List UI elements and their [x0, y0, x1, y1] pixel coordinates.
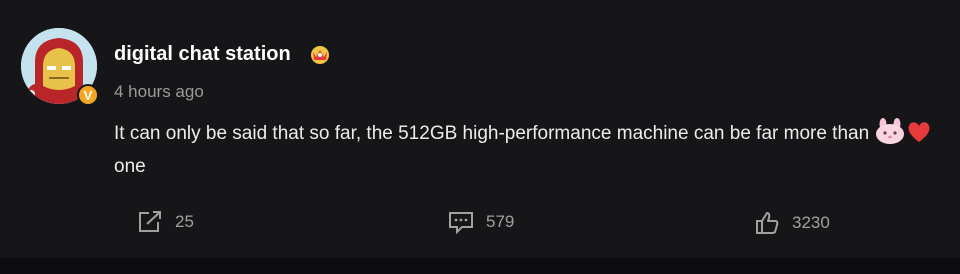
comment-text-part1: It can only be said that so far, the 512… — [114, 123, 870, 144]
verified-badge: V — [77, 84, 99, 106]
comment-count: 579 — [486, 212, 515, 231]
comment-text: It can only be said that so far, the 512… — [114, 117, 934, 183]
timestamp: 4 hours ago — [114, 82, 204, 101]
share-icon — [139, 211, 161, 232]
comment-button[interactable]: 579 — [448, 210, 514, 234]
red-heart-emoji — [908, 122, 930, 142]
bottom-divider — [0, 258, 960, 274]
crown-badge-icon — [311, 46, 329, 64]
thumbs-up-icon — [756, 212, 779, 234]
share-count: 25 — [175, 212, 194, 231]
like-button[interactable]: 3230 — [754, 210, 830, 236]
like-count: 3230 — [792, 213, 830, 232]
comment-text-part2: one — [114, 156, 146, 177]
comment-icon — [449, 212, 473, 234]
share-button[interactable]: 25 — [137, 210, 194, 234]
comment-card: V digital chat station 4 hours ago It ca… — [0, 0, 960, 258]
rabbit-face-emoji — [876, 118, 905, 144]
username[interactable]: digital chat station — [114, 43, 291, 66]
